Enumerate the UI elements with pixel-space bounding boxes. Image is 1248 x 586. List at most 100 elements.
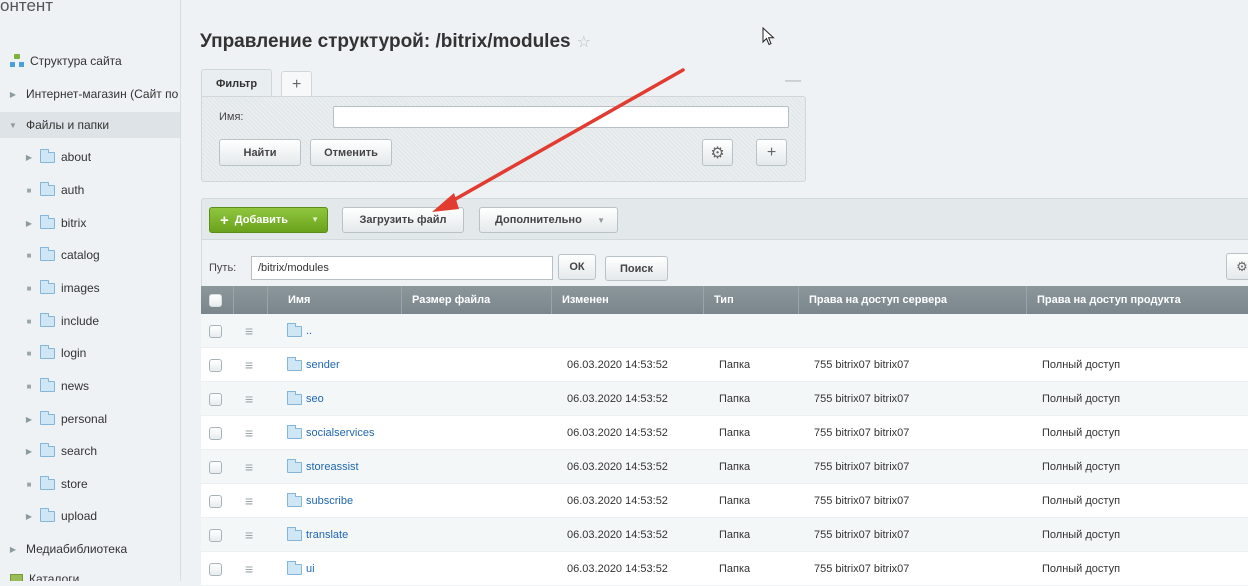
favorite-star-icon[interactable]: ☆ <box>577 34 591 51</box>
path-search-button[interactable]: Поиск <box>605 256 668 281</box>
row-name-link[interactable]: subscribe <box>306 495 353 507</box>
sidebar-folder-catalog[interactable]: ■ catalog <box>0 242 180 268</box>
row-menu-icon[interactable]: ≡ <box>245 561 253 577</box>
sidebar-item-label: store <box>61 477 88 491</box>
row-name-link[interactable]: seo <box>306 393 324 405</box>
sidebar-folder-personal[interactable]: ▶ personal <box>0 406 180 432</box>
path-ok-button[interactable]: ОК <box>558 254 596 280</box>
header-name[interactable]: Имя <box>267 286 401 314</box>
gear-icon: ⚙ <box>1236 258 1248 274</box>
table-settings-button[interactable]: ⚙ <box>1226 253 1248 280</box>
sidebar-folder-images[interactable]: ■ images <box>0 275 180 301</box>
sidebar-item-internet-shop[interactable]: ▶ Интернет-магазин (Сайт по <box>0 81 180 107</box>
table-row[interactable]: ≡ translate 06.03.2020 14:53:52 Папка 755 bi… <box>201 518 1248 552</box>
folder-icon <box>40 344 55 359</box>
header-modified[interactable]: Изменен <box>551 286 703 314</box>
bullet-icon: ■ <box>26 250 32 260</box>
sidebar-folder-include[interactable]: ■ include <box>0 308 180 334</box>
collapse-arrow-icon[interactable]: ▼ <box>6 121 20 130</box>
expand-arrow-icon[interactable]: ▶ <box>22 447 36 456</box>
find-button[interactable]: Найти <box>219 139 301 166</box>
filter-settings-button[interactable]: ⚙ <box>702 139 733 166</box>
sidebar-folder-auth[interactable]: ■ auth <box>0 177 180 203</box>
row-modified: 06.03.2020 14:53:52 <box>567 529 668 541</box>
plus-icon: + <box>220 211 229 229</box>
table-row[interactable]: ≡ socialservices 06.03.2020 14:53:52 Папка 7… <box>201 416 1248 450</box>
sidebar-folder-bitrix[interactable]: ▶ bitrix <box>0 210 180 236</box>
row-menu-icon[interactable]: ≡ <box>245 459 253 475</box>
row-menu-icon[interactable]: ≡ <box>245 425 253 441</box>
header-product-rights[interactable]: Права на доступ продукта <box>1026 286 1248 314</box>
table-row[interactable]: ≡ storeassist 06.03.2020 14:53:52 Папка 755 … <box>201 450 1248 484</box>
row-menu-icon[interactable]: ≡ <box>245 391 253 407</box>
filter-name-input[interactable] <box>333 106 789 128</box>
sidebar-item-label: upload <box>61 509 98 523</box>
row-checkbox[interactable] <box>209 562 222 576</box>
cancel-button[interactable]: Отменить <box>310 139 392 166</box>
add-filter-tab-button[interactable]: + <box>281 71 313 97</box>
row-menu-icon[interactable]: ≡ <box>245 493 253 509</box>
row-menu-icon[interactable]: ≡ <box>245 323 253 339</box>
expand-arrow-icon[interactable]: ▶ <box>22 415 36 424</box>
sidebar-item-label: search <box>61 444 98 458</box>
table-row[interactable]: ≡ seo 06.03.2020 14:53:52 Папка 755 bitrix07… <box>201 382 1248 416</box>
filter-add-field-button[interactable]: + <box>756 139 787 166</box>
table-row-up[interactable]: ≡ .. <box>201 314 1248 348</box>
row-type: Папка <box>719 393 751 405</box>
row-menu-icon[interactable]: ≡ <box>245 527 253 543</box>
row-checkbox[interactable] <box>209 494 222 508</box>
row-checkbox[interactable] <box>209 528 222 542</box>
sidebar-section-title: онтент <box>0 0 54 15</box>
row-product-rights: Полный доступ <box>1042 393 1121 405</box>
header-size[interactable]: Размер файла <box>401 286 551 314</box>
select-all-cell <box>201 286 233 314</box>
sidebar-item-site-structure[interactable]: Структура сайта <box>0 48 180 74</box>
expand-arrow-icon[interactable]: ▶ <box>6 545 20 554</box>
row-name-link[interactable]: sender <box>306 359 340 371</box>
table-header: Имя Размер файла Изменен Тип Права на до… <box>201 286 1248 314</box>
row-modified: 06.03.2020 14:53:52 <box>567 461 668 473</box>
more-actions-button[interactable]: Дополнительно ▼ <box>479 207 618 233</box>
row-checkbox[interactable] <box>209 426 222 440</box>
sidebar-item-catalogs[interactable]: Каталоги <box>0 566 180 581</box>
row-name-link[interactable]: ui <box>306 563 315 575</box>
expand-arrow-icon[interactable]: ▶ <box>22 512 36 521</box>
row-checkbox[interactable] <box>209 392 222 406</box>
expand-arrow-icon[interactable]: ▶ <box>22 219 36 228</box>
row-name-link[interactable]: translate <box>306 529 348 541</box>
folder-icon <box>40 475 55 490</box>
expand-arrow-icon[interactable]: ▶ <box>6 90 20 99</box>
row-checkbox[interactable] <box>209 358 222 372</box>
sidebar-folder-login[interactable]: ■ login <box>0 340 180 366</box>
sidebar-item-label: Интернет-магазин (Сайт по <box>26 87 179 101</box>
sidebar-folder-search[interactable]: ▶ search <box>0 438 180 464</box>
upload-file-button[interactable]: Загрузить файл <box>342 207 464 233</box>
row-product-rights: Полный доступ <box>1042 495 1121 507</box>
sidebar-item-files-and-folders[interactable]: ▼ Файлы и папки <box>0 112 180 138</box>
bullet-icon: ■ <box>26 348 32 358</box>
row-name-link[interactable]: socialservices <box>306 427 374 439</box>
select-all-checkbox[interactable] <box>209 293 222 307</box>
sidebar-folder-about[interactable]: ▶ about <box>0 144 180 170</box>
row-checkbox[interactable] <box>209 460 222 474</box>
sidebar-item-media-library[interactable]: ▶ Медиабиблиотека <box>0 536 180 562</box>
row-menu-icon[interactable]: ≡ <box>245 357 253 373</box>
table-row[interactable]: ≡ subscribe 06.03.2020 14:53:52 Папка 755 bi… <box>201 484 1248 518</box>
up-link[interactable]: .. <box>306 325 312 337</box>
path-input[interactable]: /bitrix/modules <box>251 256 553 280</box>
sidebar-folder-news[interactable]: ■ news <box>0 373 180 399</box>
table-row[interactable]: ≡ sender 06.03.2020 14:53:52 Папка 755 bitri… <box>201 348 1248 382</box>
sidebar-folder-upload[interactable]: ▶ upload <box>0 503 180 529</box>
header-server-rights[interactable]: Права на доступ сервера <box>798 286 1026 314</box>
row-name-link[interactable]: storeassist <box>306 461 359 473</box>
folder-icon <box>40 507 55 522</box>
add-button[interactable]: + Добавить ▼ <box>209 207 328 233</box>
header-type[interactable]: Тип <box>703 286 798 314</box>
tab-filter[interactable]: Фильтр <box>201 69 273 97</box>
filter-minimize-button[interactable]: — <box>785 72 801 90</box>
row-checkbox[interactable] <box>209 324 222 338</box>
sidebar-item-label: Структура сайта <box>30 54 122 68</box>
sidebar-folder-store[interactable]: ■ store <box>0 471 180 497</box>
more-actions-label: Дополнительно <box>495 214 582 226</box>
expand-arrow-icon[interactable]: ▶ <box>22 153 36 162</box>
